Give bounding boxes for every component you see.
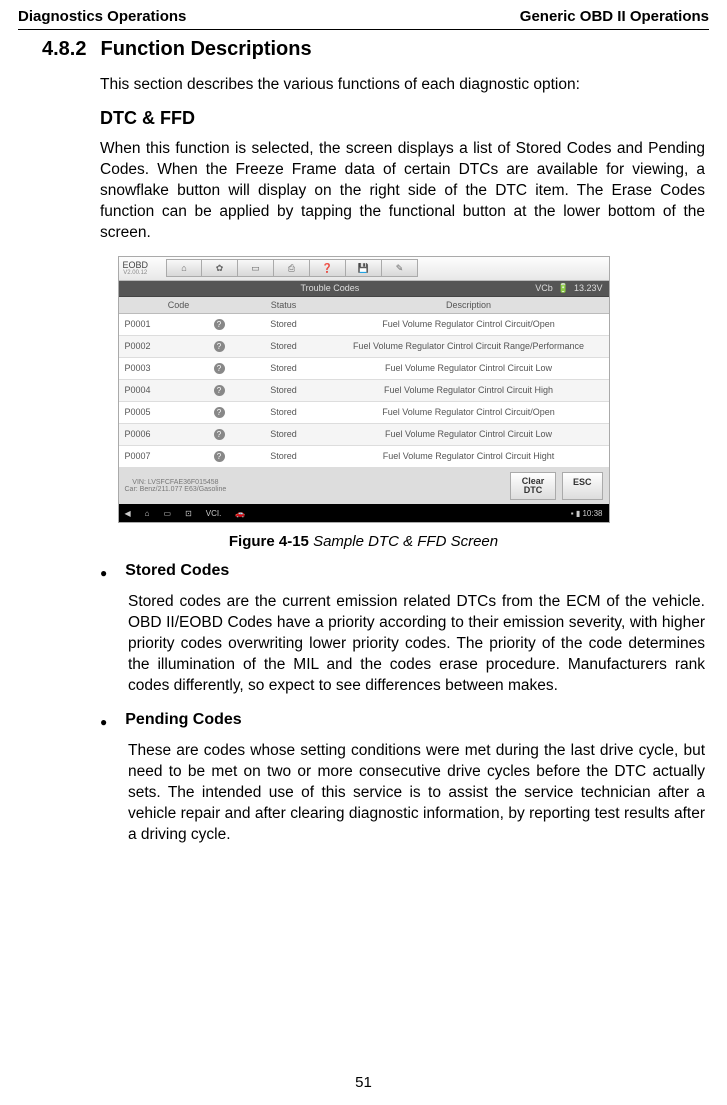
- col-code: Code: [119, 297, 239, 313]
- voltage-label: 13.23V: [574, 283, 603, 293]
- car-line: Car: Benz/211.077 E63/Gasoline: [125, 486, 227, 493]
- edit-icon[interactable]: ✎: [382, 259, 418, 277]
- back-icon[interactable]: ◀: [125, 509, 131, 518]
- table-row[interactable]: P0007? StoredFuel Volume Regulator Cintro…: [119, 446, 609, 468]
- running-head-left: Diagnostics Operations: [18, 8, 186, 25]
- home-icon[interactable]: ⌂: [166, 259, 202, 277]
- table-row[interactable]: P0002? StoredFuel Volume Regulator Cintro…: [119, 336, 609, 358]
- section-number: 4.8.2: [42, 38, 86, 60]
- code-cell: P0001: [125, 319, 151, 329]
- brand-label: EOBD: [123, 260, 149, 270]
- table-header: Code Status Description: [119, 297, 609, 314]
- col-description: Description: [329, 297, 609, 313]
- dtc-ffd-heading: DTC & FFD: [100, 108, 709, 129]
- device-topbar: EOBD V2.00.12 ⌂ ✿ ▭ ⎙ ❓ 💾 ✎: [119, 257, 609, 281]
- status-cell: Stored: [239, 424, 329, 444]
- running-head-right: Generic OBD II Operations: [520, 8, 709, 25]
- desc-cell: Fuel Volume Regulator Cintrol Circuit Ra…: [329, 336, 609, 356]
- figure-title: Sample DTC & FFD Screen: [309, 533, 498, 550]
- recent-icon[interactable]: ▭: [164, 509, 172, 518]
- esc-button[interactable]: ESC: [562, 472, 603, 501]
- desc-cell: Fuel Volume Regulator Cintrol Circuit Lo…: [329, 358, 609, 378]
- toolbar-button-group: ⌂ ✿ ▭ ⎙ ❓ 💾 ✎: [166, 259, 418, 277]
- pending-codes-label: Pending Codes: [125, 711, 241, 733]
- device-screenshot: EOBD V2.00.12 ⌂ ✿ ▭ ⎙ ❓ 💾 ✎ Trouble Code…: [118, 256, 610, 524]
- stored-codes-body: Stored codes are the current emission re…: [128, 592, 705, 697]
- device-brand: EOBD V2.00.12: [123, 261, 149, 276]
- clock: ▪ ▮ 10:38: [571, 509, 603, 518]
- vcb-label: VCb: [535, 283, 553, 293]
- info-icon[interactable]: ?: [214, 451, 225, 462]
- version-label: V2.00.12: [123, 270, 149, 276]
- info-icon[interactable]: ?: [214, 363, 225, 374]
- status-cell: Stored: [239, 336, 329, 356]
- bullet-icon: ●: [100, 711, 107, 733]
- table-row[interactable]: P0003? StoredFuel Volume Regulator Cintro…: [119, 358, 609, 380]
- status-cell: Stored: [239, 402, 329, 422]
- info-icon[interactable]: ?: [214, 341, 225, 352]
- vci-icon[interactable]: VCI.: [206, 509, 222, 518]
- page-number: 51: [0, 1074, 727, 1091]
- save-icon[interactable]: 💾: [346, 259, 382, 277]
- header-rule: [18, 29, 709, 30]
- figure-caption: Figure 4-15 Sample DTC & FFD Screen: [18, 533, 709, 550]
- desc-cell: Fuel Volume Regulator Cintrol Circuit Hi…: [329, 446, 609, 466]
- stored-codes-label: Stored Codes: [125, 562, 229, 584]
- pending-codes-body: These are codes whose setting conditions…: [128, 741, 705, 846]
- info-icon[interactable]: ?: [214, 319, 225, 330]
- car-icon[interactable]: 🚗: [235, 509, 245, 518]
- section-heading: 4.8.2 Function Descriptions: [42, 38, 709, 61]
- clear-dtc-button[interactable]: Clear DTC: [510, 472, 556, 501]
- device-bottombar: ◀ ⌂ ▭ ⊡ VCI. 🚗 ▪ ▮ 10:38: [119, 504, 609, 522]
- code-cell: P0003: [125, 363, 151, 373]
- section-title: Function Descriptions: [100, 38, 311, 60]
- device-subbar: Trouble Codes VCb 🔋 13.23V: [119, 281, 609, 297]
- desc-cell: Fuel Volume Regulator Cintrol Circuit Hi…: [329, 380, 609, 400]
- desc-cell: Fuel Volume Regulator Cintrol Circuit Lo…: [329, 424, 609, 444]
- desc-cell: Fuel Volume Regulator Cintrol Circuit/Op…: [329, 402, 609, 422]
- info-icon[interactable]: ?: [214, 429, 225, 440]
- table-row[interactable]: P0004? StoredFuel Volume Regulator Cintro…: [119, 380, 609, 402]
- intro-paragraph: This section describes the various funct…: [100, 75, 705, 96]
- screenshot-icon[interactable]: ⊡: [185, 509, 192, 518]
- bullet-pending-codes: ● Pending Codes: [100, 711, 709, 733]
- col-status: Status: [239, 297, 329, 313]
- desc-cell: Fuel Volume Regulator Cintrol Circuit/Op…: [329, 314, 609, 334]
- subbar-title: Trouble Codes: [301, 283, 360, 294]
- code-cell: P0005: [125, 407, 151, 417]
- table-body: P0001?StoredFuel Volume Regulator Cintro…: [119, 314, 609, 468]
- code-cell: P0006: [125, 429, 151, 439]
- status-cell: Stored: [239, 314, 329, 334]
- table-row[interactable]: P0005? StoredFuel Volume Regulator Cintro…: [119, 402, 609, 424]
- code-cell: P0004: [125, 385, 151, 395]
- info-icon[interactable]: ?: [214, 407, 225, 418]
- folder-icon[interactable]: ▭: [238, 259, 274, 277]
- table-row[interactable]: P0006? StoredFuel Volume Regulator Cintro…: [119, 424, 609, 446]
- code-cell: P0002: [125, 341, 151, 351]
- vin-line: VIN: LVSFCFAE36F015458: [125, 479, 227, 486]
- device-footer: VIN: LVSFCFAE36F015458 Car: Benz/211.077…: [119, 468, 609, 505]
- settings-icon[interactable]: ✿: [202, 259, 238, 277]
- status-cell: Stored: [239, 380, 329, 400]
- vehicle-info: VIN: LVSFCFAE36F015458 Car: Benz/211.077…: [125, 479, 227, 493]
- nav-home-icon[interactable]: ⌂: [145, 509, 150, 518]
- status-cell: Stored: [239, 358, 329, 378]
- dtc-ffd-body: When this function is selected, the scre…: [100, 139, 705, 244]
- help-icon[interactable]: ❓: [310, 259, 346, 277]
- status-cell: Stored: [239, 446, 329, 466]
- print-icon[interactable]: ⎙: [274, 259, 310, 277]
- bullet-stored-codes: ● Stored Codes: [100, 562, 709, 584]
- figure-label: Figure 4-15: [229, 533, 309, 550]
- figure-4-15: EOBD V2.00.12 ⌂ ✿ ▭ ⎙ ❓ 💾 ✎ Trouble Code…: [18, 256, 709, 524]
- info-icon[interactable]: ?: [214, 385, 225, 396]
- bullet-icon: ●: [100, 562, 107, 584]
- bottom-icons: ◀ ⌂ ▭ ⊡ VCI. 🚗: [125, 509, 246, 518]
- code-cell: P0007: [125, 451, 151, 461]
- table-row[interactable]: P0001? StoredFuel Volume Regulator Cintro…: [119, 314, 609, 336]
